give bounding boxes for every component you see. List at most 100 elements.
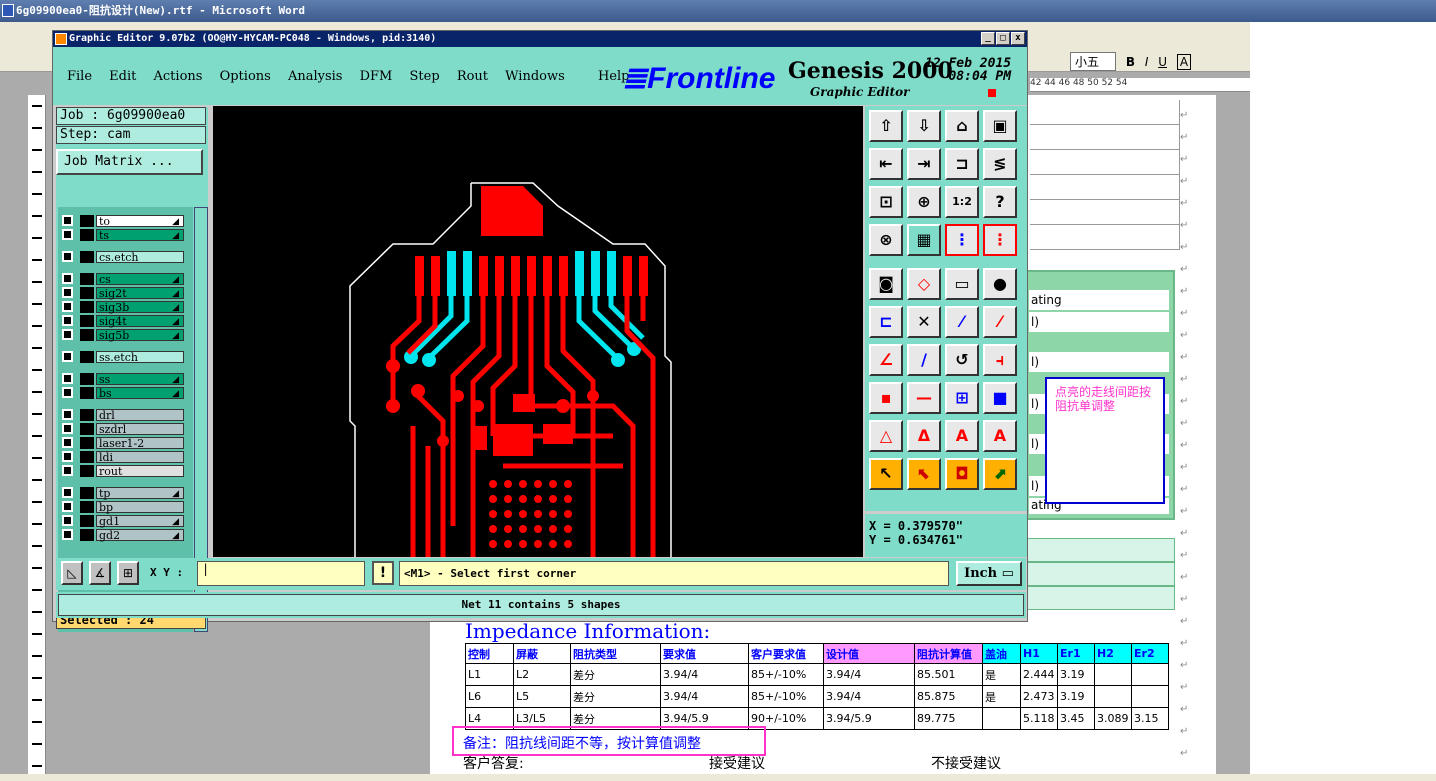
- layer-row[interactable]: to ◢: [62, 215, 187, 228]
- layer-row[interactable]: ldi: [62, 451, 187, 464]
- tool-scale-icon[interactable]: 1:2: [945, 186, 979, 218]
- layer-row[interactable]: cs ◢: [62, 273, 187, 286]
- layer-checkbox[interactable]: [62, 423, 73, 434]
- tool-angle-icon[interactable]: ∠: [869, 344, 903, 376]
- tool-arc-icon[interactable]: ↺: [945, 344, 979, 376]
- tool-fit-icon[interactable]: ⊡: [869, 186, 903, 218]
- layer-row[interactable]: sig3b ◢: [62, 301, 187, 314]
- layer-checkbox[interactable]: [62, 301, 73, 312]
- maximize-button[interactable]: □: [996, 32, 1010, 45]
- close-button[interactable]: x: [1011, 32, 1025, 45]
- tool-dash-icon[interactable]: —: [907, 382, 941, 414]
- layer-checkbox[interactable]: [62, 229, 73, 240]
- tool-triangle-d-icon[interactable]: A: [983, 420, 1017, 452]
- tool-cross-icon[interactable]: ✕: [907, 306, 941, 338]
- layer-row[interactable]: sig4t ◢: [62, 315, 187, 328]
- xy-input[interactable]: |: [197, 561, 365, 586]
- menu-analysis[interactable]: Analysis: [288, 69, 343, 84]
- menu-dfm[interactable]: DFM: [360, 69, 393, 84]
- layer-checkbox[interactable]: [62, 487, 73, 498]
- snap-icon[interactable]: ◺: [61, 561, 83, 585]
- tool-ruler-icon[interactable]: ▭: [945, 268, 979, 300]
- layer-row[interactable]: gd1 ◢: [62, 515, 187, 528]
- layer-row[interactable]: tp ◢: [62, 487, 187, 500]
- layer-checkbox[interactable]: [62, 373, 73, 384]
- layer-checkbox[interactable]: [62, 529, 73, 540]
- layer-checkbox[interactable]: [62, 465, 73, 476]
- graphic-canvas[interactable]: [213, 106, 863, 557]
- tool-home-icon[interactable]: ⌂: [945, 110, 979, 142]
- tool-connect-icon[interactable]: ⊏: [869, 306, 903, 338]
- angle-snap-icon[interactable]: ∡: [89, 561, 111, 585]
- reject-option[interactable]: 不接受建议: [931, 753, 1001, 773]
- tool-group-icon[interactable]: ■: [983, 382, 1017, 414]
- menu-file[interactable]: File: [67, 69, 92, 84]
- font-color-button[interactable]: A: [1176, 54, 1192, 70]
- tool-line-icon[interactable]: ⁄: [945, 306, 979, 338]
- layer-row[interactable]: laser1-2: [62, 437, 187, 450]
- tool-zoom-right-icon[interactable]: ⇥: [907, 148, 941, 180]
- grid-snap-icon[interactable]: ⊞: [117, 561, 139, 585]
- tool-triangle-c-icon[interactable]: A: [945, 420, 979, 452]
- layer-row[interactable]: ss ◢: [62, 373, 187, 386]
- tool-layer-b-icon[interactable]: ⋮: [983, 224, 1017, 256]
- tool-triangle-a-icon[interactable]: △: [869, 420, 903, 452]
- tool-line-red-icon[interactable]: ⁄: [983, 306, 1017, 338]
- tool-pointer-box-icon[interactable]: ⬉: [907, 458, 941, 490]
- layer-checkbox[interactable]: [62, 329, 73, 340]
- editor-titlebar[interactable]: Graphic Editor 9.07b2 (OO@HY-HYCAM-PC048…: [53, 31, 1027, 47]
- tool-measure-icon[interactable]: ⊗: [869, 224, 903, 256]
- tool-save-icon[interactable]: ⇩: [907, 110, 941, 142]
- job-matrix-button[interactable]: Job Matrix ...: [56, 149, 203, 175]
- layer-row[interactable]: ss.etch: [62, 351, 187, 364]
- tool-layer-a-icon[interactable]: ⋮: [945, 224, 979, 256]
- tool-window-icon[interactable]: ▣: [983, 110, 1017, 142]
- layer-checkbox[interactable]: [62, 515, 73, 526]
- tool-triangle-b-icon[interactable]: Δ: [907, 420, 941, 452]
- font-size-select[interactable]: 小五: [1070, 52, 1117, 71]
- layer-checkbox[interactable]: [62, 351, 73, 362]
- layer-row[interactable]: bs ◢: [62, 387, 187, 400]
- layer-row[interactable]: gd2 ◢: [62, 529, 187, 542]
- underline-button[interactable]: U: [1158, 55, 1167, 69]
- tool-select-area-icon[interactable]: ◇: [907, 268, 941, 300]
- layer-checkbox[interactable]: [62, 409, 73, 420]
- layer-checkbox[interactable]: [62, 315, 73, 326]
- tool-point-icon[interactable]: ▪: [869, 382, 903, 414]
- layer-row[interactable]: sig2t ◢: [62, 287, 187, 300]
- menu-edit[interactable]: Edit: [109, 69, 136, 84]
- unit-selector[interactable]: Inch ▭: [956, 561, 1022, 586]
- tool-split-icon[interactable]: ⊐: [945, 148, 979, 180]
- tool-pointer-icon[interactable]: ↖: [869, 458, 903, 490]
- menu-options[interactable]: Options: [220, 69, 271, 84]
- layer-row[interactable]: cs.etch: [62, 251, 187, 264]
- tool-pad-icon[interactable]: ◙: [869, 268, 903, 300]
- italic-button[interactable]: I: [1145, 55, 1149, 69]
- tool-pointer-net-icon[interactable]: ⬈: [983, 458, 1017, 490]
- layer-checkbox[interactable]: [62, 451, 73, 462]
- menu-step[interactable]: Step: [410, 69, 440, 84]
- layer-checkbox[interactable]: [62, 501, 73, 512]
- tool-pointer-round-icon[interactable]: ◘: [945, 458, 979, 490]
- layer-checkbox[interactable]: [62, 437, 73, 448]
- layer-checkbox[interactable]: [62, 387, 73, 398]
- accept-option[interactable]: 接受建议: [709, 753, 765, 773]
- menu-actions[interactable]: Actions: [154, 69, 203, 84]
- bold-button[interactable]: B: [1126, 55, 1135, 69]
- menu-windows[interactable]: Windows: [505, 69, 565, 84]
- layer-row[interactable]: bp: [62, 501, 187, 514]
- tool-zoom-left-icon[interactable]: ⇤: [869, 148, 903, 180]
- layer-checkbox[interactable]: [62, 273, 73, 284]
- tool-slash-icon[interactable]: /: [907, 344, 941, 376]
- layer-row[interactable]: sig5b ◢: [62, 329, 187, 342]
- tool-load-icon[interactable]: ⇧: [869, 110, 903, 142]
- tool-redraw-icon[interactable]: ≶: [983, 148, 1017, 180]
- abort-button[interactable]: !: [372, 561, 394, 585]
- minimize-button[interactable]: _: [981, 32, 995, 45]
- tool-center-icon[interactable]: ⊕: [907, 186, 941, 218]
- menu-rout[interactable]: Rout: [457, 69, 488, 84]
- layer-checkbox[interactable]: [62, 287, 73, 298]
- layer-row[interactable]: ts ◢: [62, 229, 187, 242]
- tool-grid-icon[interactable]: ▦: [907, 224, 941, 256]
- tool-help-icon[interactable]: ?: [983, 186, 1017, 218]
